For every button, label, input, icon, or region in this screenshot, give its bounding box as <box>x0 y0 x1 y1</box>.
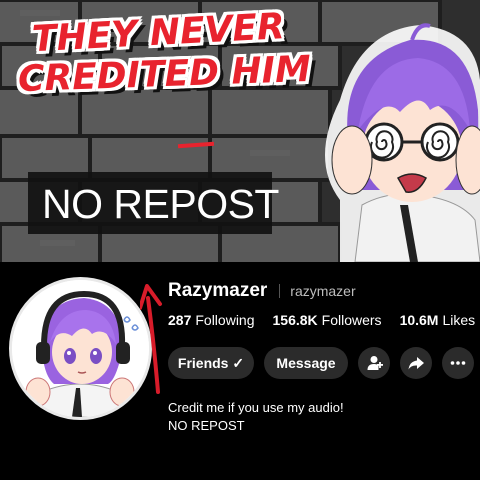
profile-bio: Credit me if you use my audio! NO REPOST <box>168 399 344 435</box>
more-dots-icon <box>450 361 466 365</box>
bio-line: Credit me if you use my audio! <box>168 400 344 415</box>
stat-value: 287 <box>168 312 192 328</box>
person-plus-icon <box>367 356 383 370</box>
add-friend-button[interactable] <box>358 347 390 379</box>
avatar[interactable] <box>9 277 152 420</box>
avatar-illustration <box>12 280 149 417</box>
share-arrow-icon <box>408 357 424 370</box>
friends-button[interactable]: Friends ✓ <box>168 347 254 379</box>
profile-stats: 287 Following 156.8K Followers 10.6M Likes <box>168 312 480 328</box>
message-button[interactable]: Message <box>264 347 348 379</box>
stat-followers[interactable]: 156.8K Followers <box>273 312 382 328</box>
stat-value: 156.8K <box>272 312 318 328</box>
more-options-button[interactable] <box>442 347 474 379</box>
banner-caption: NO REPOST <box>42 181 279 227</box>
share-button[interactable] <box>400 347 432 379</box>
profile-banner: THEY NEVER CREDITED HIM NO REPOST <box>0 0 480 262</box>
anime-character-illustration <box>325 23 480 262</box>
stat-following[interactable]: 287 Following <box>168 312 255 328</box>
display-name: Razymazer <box>168 280 268 301</box>
stat-label: Likes <box>442 312 476 328</box>
profile-actions: Friends ✓ Message <box>168 347 480 379</box>
headline-line-2: CREDITED HIM <box>17 48 312 101</box>
username: razymazer <box>290 283 356 299</box>
name-separator <box>279 284 281 298</box>
stat-value: 10.6M <box>399 312 439 328</box>
bio-line: NO REPOST <box>168 418 245 433</box>
banner-headline: THEY NEVER CREDITED HIM <box>17 6 311 100</box>
stat-label: Followers <box>321 312 382 328</box>
stat-label: Following <box>195 312 255 328</box>
profile-name-row: Razymazer razymazer <box>168 280 356 302</box>
red-arrow-annotation <box>140 284 162 394</box>
profile-section: Razymazer razymazer 287 Following 156.8K F… <box>0 262 480 480</box>
stat-likes: 10.6M Likes <box>400 312 476 328</box>
